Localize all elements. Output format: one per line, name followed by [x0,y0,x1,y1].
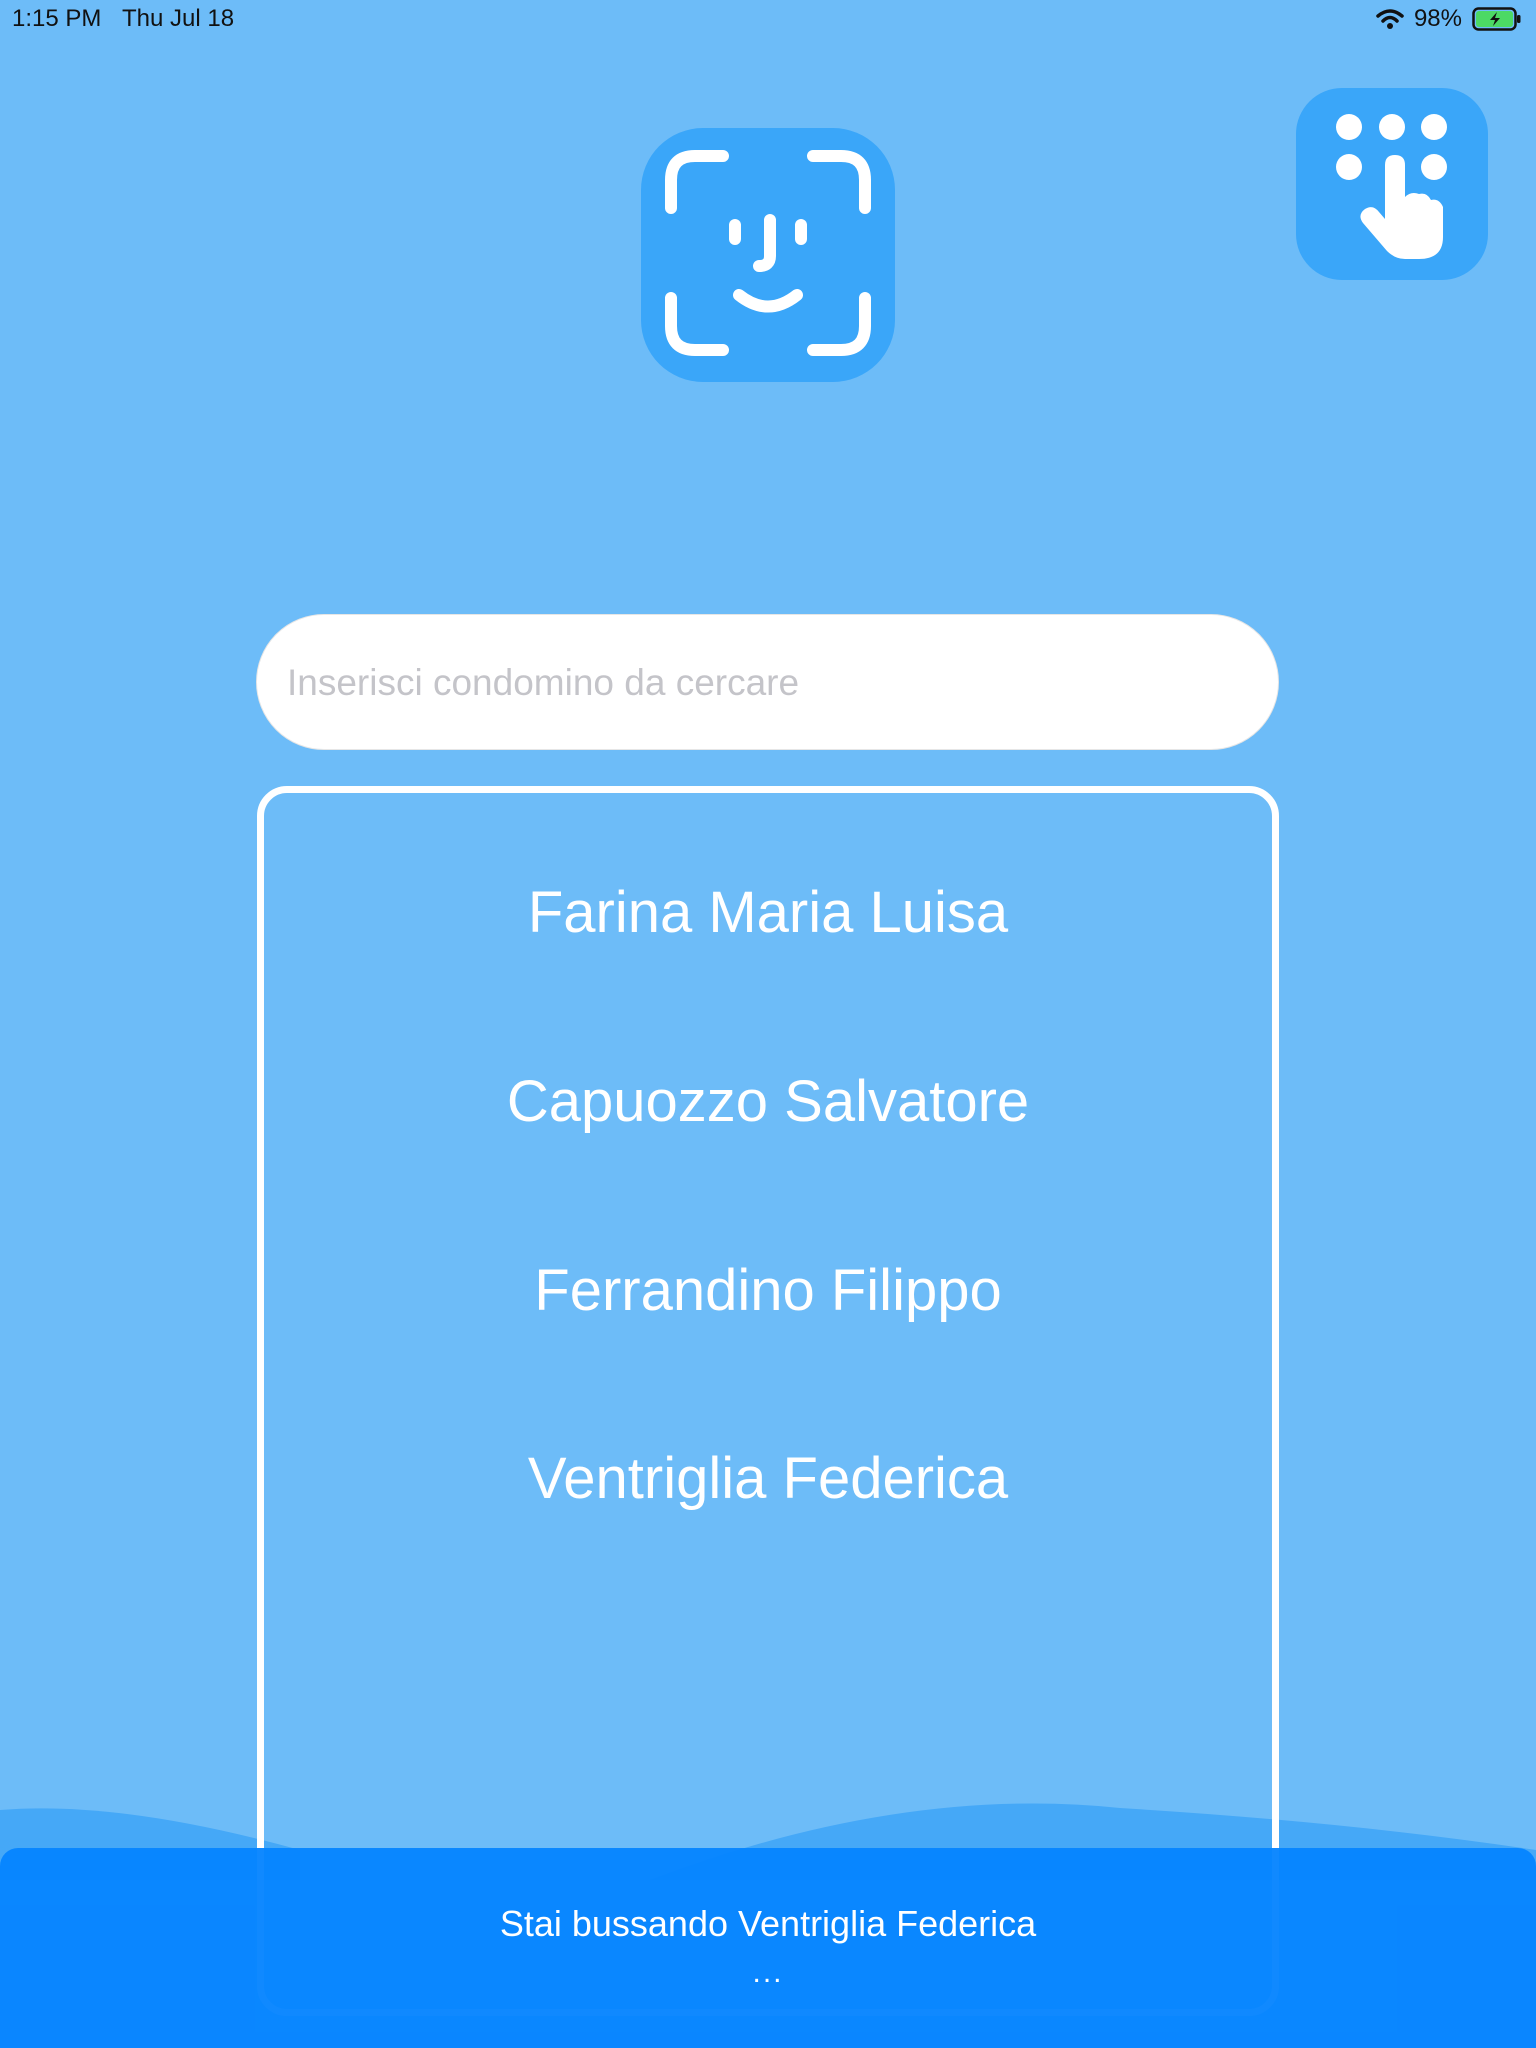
search-input[interactable] [285,615,1229,751]
list-item[interactable]: Ferrandino Filippo [264,1251,1272,1331]
wifi-icon [1376,8,1404,30]
residents-list[interactable]: Farina Maria Luisa Capuozzo Salvatore Fe… [257,786,1279,2016]
keypad-button[interactable] [1296,88,1488,280]
status-date: Thu Jul 18 [122,5,235,32]
list-item[interactable]: Capuozzo Salvatore [264,1062,1272,1142]
battery-charging-icon [1472,7,1522,31]
list-item[interactable]: Ventriglia Federica [264,1439,1272,1519]
toast-message: Stai bussando Ventriglia Federica [499,1903,1037,1944]
face-id-button[interactable] [641,128,895,382]
list-item[interactable]: Farina Maria Luisa [264,873,1272,953]
battery-percent: 98% [1413,5,1462,32]
status-right-group: 98% [1376,5,1522,33]
face-id-icon [653,138,883,373]
search-field[interactable] [256,614,1279,751]
keypad-touch-icon [1307,97,1477,272]
calling-toast: Stai bussando Ventriglia Federica ... [0,1848,1536,2048]
toast-ellipsis: ... [752,1956,784,1989]
status-bar: 1:15 PM Thu Jul 18 98% [0,0,1536,40]
status-time: 1:15 PM [12,5,102,32]
